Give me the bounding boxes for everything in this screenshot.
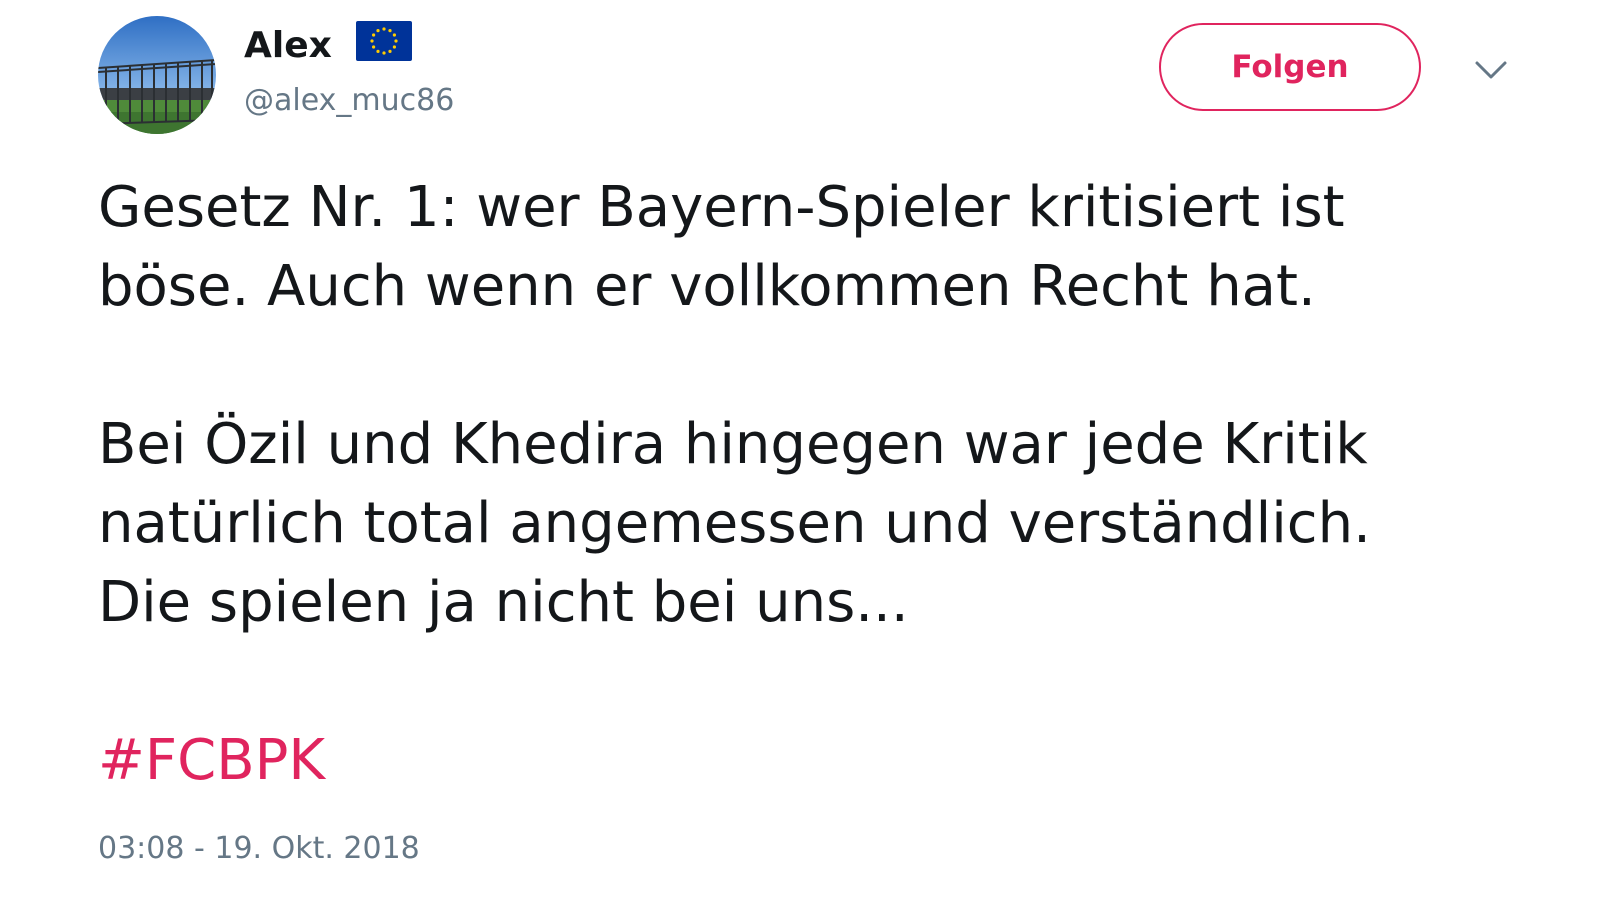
chevron-down-icon[interactable] [1474,58,1508,82]
display-name[interactable]: Alex [244,20,332,72]
tweet-card: Alex @alex_muc86 Folgen Gesetz Nr. 1: we… [0,0,1600,900]
hashtag-link[interactable]: #FCBPK [98,728,325,793]
tweet-text: Gesetz Nr. 1: wer Bayern-Spieler kritisi… [98,168,1558,800]
avatar[interactable] [98,16,216,134]
tweet-text-line: Bei Özil und Khedira hingegen war jede K… [98,412,1368,477]
eu-flag-icon [356,21,412,61]
tweet-text-line: Die spielen ja nicht bei uns... [98,570,909,635]
follow-button[interactable]: Folgen [1159,23,1421,111]
tweet-text-line: Gesetz Nr. 1: wer Bayern-Spieler kritisi… [98,175,1345,240]
tweet-text-line: böse. Auch wenn er vollkommen Recht hat. [98,254,1316,319]
tweet-timestamp[interactable]: 03:08 - 19. Okt. 2018 [98,827,420,871]
avatar-image [98,16,216,134]
hashtag-line: #FCBPK [98,721,1558,800]
tweet-text-line: natürlich total angemessen und verständl… [98,491,1371,556]
user-handle[interactable]: @alex_muc86 [244,81,454,121]
